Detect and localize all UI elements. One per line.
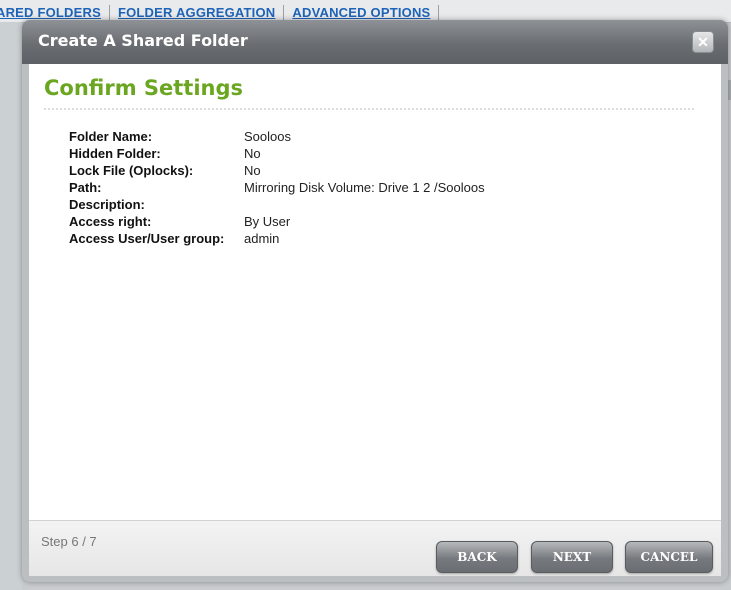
field-row-folder-name: Folder Name: Sooloos [69, 128, 485, 145]
field-label: Hidden Folder: [69, 146, 161, 161]
field-label: Path: [69, 180, 102, 195]
back-button[interactable]: BACK [436, 541, 518, 573]
field-value: By User [244, 214, 291, 229]
field-row-lock-file: Lock File (Oplocks): No [69, 162, 485, 179]
dialog-footer: Step 6 / 7 BACK NEXT CANCEL [29, 520, 721, 576]
field-row-access-right: Access right: By User [69, 213, 485, 230]
step-indicator: Step 6 / 7 [41, 534, 97, 549]
field-row-path: Path: Mirroring Disk Volume: Drive 1 2 /… [69, 179, 485, 196]
create-shared-folder-dialog: Create A Shared Folder ✕ Confirm Setting… [22, 20, 728, 582]
dialog-title-bar: Create A Shared Folder ✕ [22, 20, 728, 64]
field-value: No [244, 146, 261, 161]
field-label: Description: [69, 197, 145, 212]
dialog-title: Create A Shared Folder [38, 31, 248, 50]
field-row-description: Description: [69, 196, 485, 213]
field-value: Sooloos [244, 129, 291, 144]
close-icon: ✕ [697, 33, 709, 50]
field-label: Access right: [69, 214, 152, 229]
field-row-hidden-folder: Hidden Folder: No [69, 145, 485, 162]
field-label: Folder Name: [69, 129, 153, 144]
field-value: Mirroring Disk Volume: Drive 1 2 /Sooloo… [244, 180, 485, 195]
background-left-panel [0, 22, 22, 590]
field-value: No [244, 163, 261, 178]
field-row-access-user: Access User/User group: admin [69, 230, 485, 247]
cancel-button[interactable]: CANCEL [625, 541, 713, 573]
heading-divider [44, 108, 694, 110]
section-heading: Confirm Settings [44, 76, 244, 100]
next-button[interactable]: NEXT [531, 541, 613, 573]
field-label: Lock File (Oplocks): [69, 163, 194, 178]
close-button[interactable]: ✕ [692, 31, 714, 53]
field-label: Access User/User group: [69, 231, 225, 246]
settings-summary: Folder Name: Sooloos Hidden Folder: No L… [69, 128, 485, 247]
field-value: admin [244, 231, 280, 246]
dialog-content: Confirm Settings Folder Name: Sooloos Hi… [29, 64, 721, 520]
